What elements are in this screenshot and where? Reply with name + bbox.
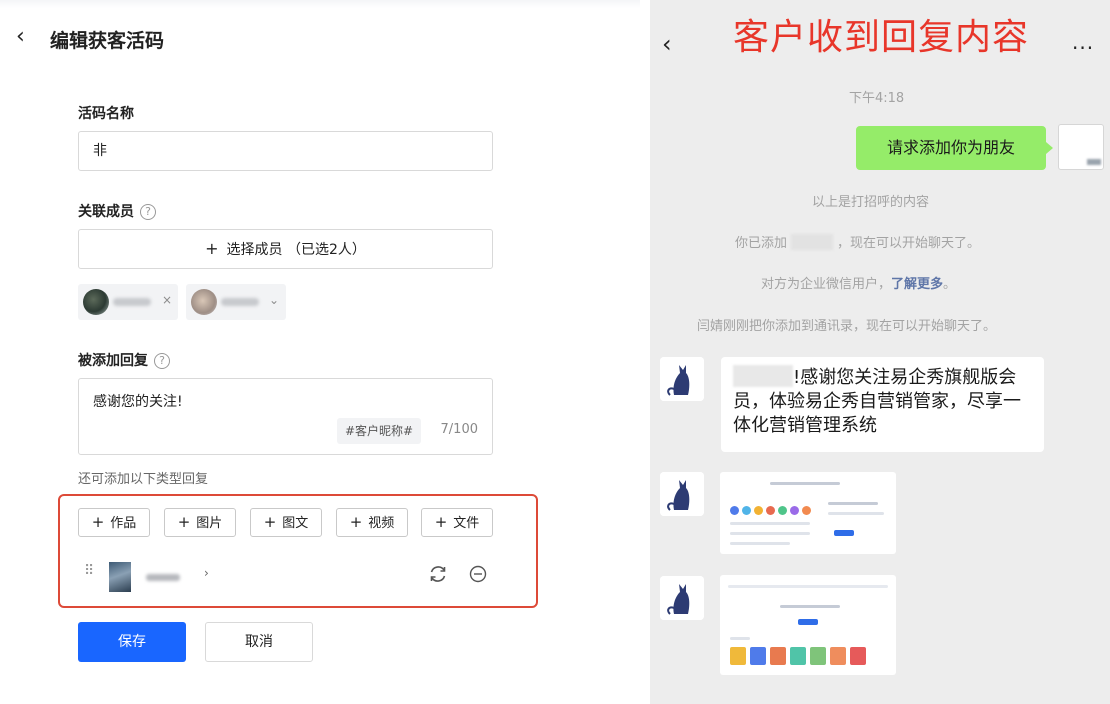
chevron-right-icon[interactable]: › xyxy=(204,566,209,580)
time-label: 下午4:18 xyxy=(849,91,905,106)
annotation-title: 客户收到回复内容 xyxy=(733,17,1030,58)
image-card[interactable] xyxy=(720,575,896,675)
plus-icon: + xyxy=(177,513,191,531)
select-members-button[interactable]: + 选择成员 （已选2人） xyxy=(78,229,493,269)
more-types-hint: 还可添加以下类型回复 xyxy=(78,472,209,487)
cat-avatar xyxy=(660,472,704,516)
plus-icon: + xyxy=(349,513,363,531)
select-members-label: 选择成员 （已选2人） xyxy=(226,242,366,258)
close-icon[interactable]: × xyxy=(162,293,172,307)
back-arrow-icon[interactable]: ‹ xyxy=(662,30,672,58)
members-label-text: 关联成员 xyxy=(78,204,134,220)
add-article-label: 图文 xyxy=(282,516,309,531)
plus-icon: + xyxy=(205,239,219,258)
more-icon[interactable]: ... xyxy=(1072,30,1094,54)
contact-name-blurred xyxy=(791,234,834,250)
avatar xyxy=(1058,124,1104,170)
help-icon[interactable]: ? xyxy=(140,204,156,220)
plus-icon: + xyxy=(434,513,448,531)
add-work-button[interactable]: + 作品 xyxy=(78,508,150,537)
cat-avatar xyxy=(660,357,704,401)
name-input[interactable]: 非 xyxy=(78,131,493,171)
add-image-label: 图片 xyxy=(196,516,223,531)
avatar xyxy=(83,289,109,315)
insert-nickname-button[interactable]: #客户昵称# xyxy=(337,418,422,444)
attachment-thumbnail xyxy=(109,562,131,592)
reply-label: 被添加回复? xyxy=(78,350,170,370)
reply-label-text: 被添加回复 xyxy=(78,353,148,369)
save-button[interactable]: 保存 xyxy=(78,622,186,662)
page-title: 编辑获客活码 xyxy=(50,30,165,52)
contact-note: 闫婧刚刚把你添加到通讯录，现在可以开始聊天了。 xyxy=(697,319,997,334)
enterprise-note-end: 。 xyxy=(943,277,957,292)
reply-textarea[interactable]: 感谢您的关注! #客户昵称# 7/100 xyxy=(78,378,493,455)
image-card[interactable] xyxy=(720,472,896,554)
name-label: 活码名称 xyxy=(78,106,134,122)
edit-form-panel: ‹ 编辑获客活码 活码名称 非 关联成员? + 选择成员 （已选2人） × ⌄ 被… xyxy=(0,0,650,704)
char-counter: 7/100 xyxy=(440,422,478,437)
plus-icon: + xyxy=(91,513,105,531)
add-video-label: 视频 xyxy=(368,516,395,531)
cat-avatar xyxy=(660,576,704,620)
enterprise-note-text: 对方为企业微信用户， xyxy=(761,277,892,292)
avatar xyxy=(191,289,217,315)
plus-icon: + xyxy=(263,513,277,531)
welcome-message-bubble: !感谢您关注易企秀旗舰版会员，体验易企秀自营销管家，尽享一体化营销管理系统 xyxy=(721,357,1044,452)
screenshot-root: ‹ 编辑获客活码 活码名称 非 关联成员? + 选择成员 （已选2人） × ⌄ 被… xyxy=(0,0,1110,704)
members-label: 关联成员? xyxy=(78,201,156,221)
add-article-button[interactable]: + 图文 xyxy=(250,508,322,537)
remove-icon[interactable] xyxy=(467,563,489,585)
chevron-down-icon[interactable]: ⌄ xyxy=(269,293,279,307)
back-arrow-icon[interactable]: ‹ xyxy=(16,24,25,49)
chat-preview-panel: ‹ 客户收到回复内容 ... 下午4:18 请求添加你为朋友 以上是打招呼的内容… xyxy=(650,0,1110,704)
attachment-row: ⠿ › xyxy=(84,562,494,592)
member-tag[interactable]: × xyxy=(78,284,178,320)
refresh-icon[interactable] xyxy=(427,563,449,585)
customer-nickname-blurred xyxy=(733,365,793,387)
added-note: 你已添加 ，现在可以开始聊天了。 xyxy=(735,232,980,251)
add-video-button[interactable]: + 视频 xyxy=(336,508,408,537)
cancel-button[interactable]: 取消 xyxy=(205,622,313,662)
add-file-button[interactable]: + 文件 xyxy=(421,508,493,537)
member-name-blurred xyxy=(113,298,151,306)
add-work-label: 作品 xyxy=(110,516,137,531)
enterprise-note: 对方为企业微信用户，了解更多。 xyxy=(761,273,956,292)
member-tag[interactable]: ⌄ xyxy=(186,284,286,320)
top-shade xyxy=(0,0,640,8)
drag-handle-icon[interactable]: ⠿ xyxy=(84,564,94,578)
greeting-note: 以上是打招呼的内容 xyxy=(812,195,930,210)
help-icon[interactable]: ? xyxy=(154,353,170,369)
added-prefix: 你已添加 xyxy=(735,236,788,251)
member-name-blurred xyxy=(221,298,259,306)
learn-more-link[interactable]: 了解更多 xyxy=(891,277,943,292)
greeting-bubble: 请求添加你为朋友 xyxy=(856,126,1053,170)
attachment-title-blurred xyxy=(146,574,180,581)
add-image-button[interactable]: + 图片 xyxy=(164,508,236,537)
add-file-label: 文件 xyxy=(453,516,480,531)
reply-text: 感谢您的关注! xyxy=(93,394,183,410)
added-suffix: ，现在可以开始聊天了。 xyxy=(837,236,981,251)
